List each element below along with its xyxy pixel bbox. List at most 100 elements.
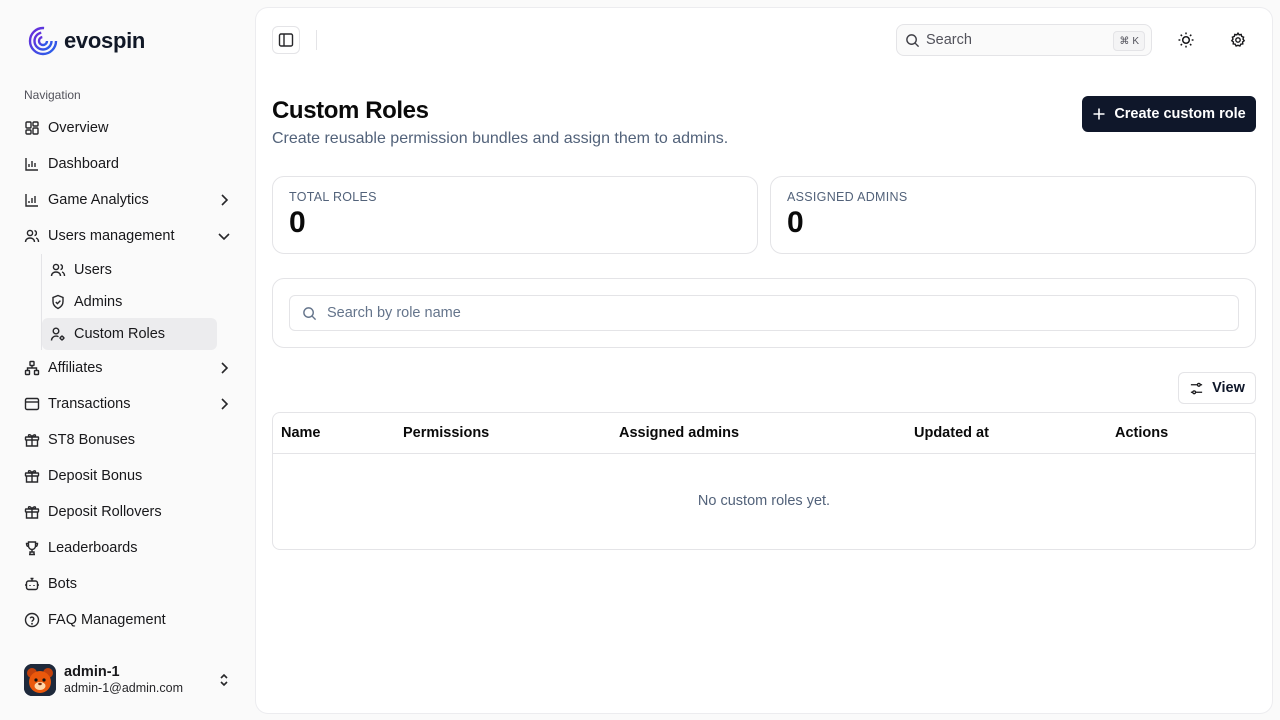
sidebar-item-label: Transactions	[48, 396, 131, 412]
create-button-label: Create custom role	[1114, 106, 1246, 122]
trophy-icon	[25, 541, 39, 556]
user-email: admin-1@admin.com	[64, 680, 183, 695]
avatar	[24, 664, 56, 696]
sidebar-subitem-users[interactable]: Users	[42, 254, 217, 286]
sidebar-item-label: Users	[74, 262, 112, 278]
users-icon	[24, 229, 40, 243]
chevron-right-icon	[221, 398, 229, 410]
chevron-right-icon	[221, 362, 229, 374]
wallet-icon	[24, 397, 40, 411]
sidebar: evospin Navigation Overview Dashboard Ga…	[0, 0, 256, 720]
sidebar-item-label: Game Analytics	[48, 192, 149, 208]
grid-icon	[25, 121, 39, 135]
command-key: ⌘	[1119, 35, 1130, 47]
stat-value: 0	[787, 206, 804, 239]
sidebar-toggle-button[interactable]	[272, 26, 300, 54]
sidebar-item-deposit-rollovers[interactable]: Deposit Rollovers	[16, 494, 240, 530]
nav-heading: Navigation	[24, 88, 81, 102]
page-subtitle: Create reusable permission bundles and a…	[272, 130, 729, 147]
analytics-icon	[25, 194, 38, 207]
view-options-button[interactable]: View	[1178, 372, 1256, 404]
page-title: Custom Roles	[272, 97, 429, 124]
panel-left-icon	[278, 33, 294, 47]
users-management-subnav: Users Admins Custom Roles	[41, 254, 240, 350]
search-placeholder: Search	[926, 32, 972, 48]
topbar-divider	[316, 30, 317, 50]
bar-chart-icon	[25, 158, 38, 171]
chevron-down-icon	[218, 233, 230, 241]
sidebar-item-leaderboards[interactable]: Leaderboards	[16, 530, 240, 566]
settings-button[interactable]	[1224, 26, 1252, 54]
network-icon	[24, 360, 40, 376]
role-search-placeholder: Search by role name	[327, 305, 461, 321]
sidebar-subitem-admins[interactable]: Admins	[42, 286, 217, 318]
sidebar-item-affiliates[interactable]: Affiliates	[16, 350, 240, 386]
plus-icon	[1093, 108, 1105, 120]
sidebar-item-st8-bonuses[interactable]: ST8 Bonuses	[16, 422, 240, 458]
empty-state-text: No custom roles yet.	[697, 493, 831, 509]
stat-value: 0	[289, 206, 306, 239]
help-circle-icon	[24, 612, 40, 628]
column-header-permissions[interactable]: Permissions	[403, 425, 489, 441]
sidebar-item-label: Custom Roles	[74, 326, 166, 342]
sidebar-item-label: Deposit Rollovers	[48, 504, 162, 520]
shortcut-key: K	[1132, 35, 1139, 47]
sun-icon	[1178, 32, 1194, 48]
column-header-actions: Actions	[1115, 425, 1169, 441]
sidebar-item-faq-management[interactable]: FAQ Management	[16, 602, 240, 638]
sidebar-item-label: Deposit Bonus	[48, 468, 143, 484]
brand-name: evospin	[64, 28, 146, 53]
user-menu[interactable]: admin-1 admin-1@admin.com	[16, 656, 240, 704]
sidebar-item-overview[interactable]: Overview	[16, 110, 240, 146]
brand-logo[interactable]: evospin	[28, 26, 145, 56]
custom-roles-table: Name Permissions Assigned admins Updated…	[272, 412, 1256, 550]
sidebar-item-users-management[interactable]: Users management	[16, 218, 240, 254]
sidebar-nav: Overview Dashboard Game Analytics Users …	[16, 110, 240, 638]
main-panel: Search ⌘ K Custom Roles Create reusable …	[256, 8, 1272, 713]
spiral-logo-icon	[28, 26, 58, 56]
stat-label: TOTAL ROLES	[289, 190, 377, 204]
bot-icon	[25, 577, 39, 591]
sidebar-subitem-custom-roles[interactable]: Custom Roles	[42, 318, 217, 350]
chevrons-up-down-icon	[220, 673, 228, 687]
stat-label: ASSIGNED ADMINS	[787, 190, 908, 204]
search-shortcut-badge: ⌘ K	[1113, 31, 1145, 51]
search-icon	[906, 33, 920, 47]
table-header: Name Permissions Assigned admins Updated…	[273, 413, 1255, 454]
column-header-name[interactable]: Name	[281, 425, 321, 441]
shield-check-icon	[52, 294, 64, 310]
create-custom-role-button[interactable]: Create custom role	[1082, 96, 1256, 132]
stat-card-total-roles: TOTAL ROLES 0	[272, 176, 758, 254]
column-header-assigned-admins[interactable]: Assigned admins	[619, 425, 739, 441]
sidebar-item-label: Admins	[74, 294, 123, 310]
role-search-input[interactable]: Search by role name	[289, 295, 1239, 331]
search-icon	[303, 306, 317, 320]
users-icon	[50, 263, 66, 277]
sidebar-item-label: Bots	[48, 576, 78, 592]
sidebar-item-bots[interactable]: Bots	[16, 566, 240, 602]
sliders-icon	[1190, 382, 1203, 394]
filter-card: Search by role name	[272, 278, 1256, 348]
gift-icon	[24, 469, 40, 483]
sidebar-item-label: FAQ Management	[48, 612, 166, 628]
gear-icon	[1230, 32, 1246, 47]
column-header-updated-at[interactable]: Updated at	[914, 425, 989, 441]
sidebar-item-label: Leaderboards	[48, 540, 138, 556]
theme-toggle-button[interactable]	[1172, 26, 1200, 54]
gift-icon	[24, 433, 40, 447]
sidebar-item-game-analytics[interactable]: Game Analytics	[16, 182, 240, 218]
sidebar-item-label: Affiliates	[48, 360, 103, 376]
sidebar-item-dashboard[interactable]: Dashboard	[16, 146, 240, 182]
gift-icon	[24, 505, 40, 519]
chevron-right-icon	[221, 194, 229, 206]
view-button-label: View	[1212, 380, 1245, 396]
global-search-input[interactable]: Search ⌘ K	[896, 24, 1152, 56]
sidebar-item-transactions[interactable]: Transactions	[16, 386, 240, 422]
stat-card-assigned-admins: ASSIGNED ADMINS 0	[770, 176, 1256, 254]
sidebar-item-label: Users management	[48, 228, 175, 244]
user-cog-icon	[50, 327, 65, 341]
sidebar-item-label: Dashboard	[48, 156, 119, 172]
sidebar-item-label: ST8 Bonuses	[48, 432, 136, 448]
sidebar-item-label: Overview	[48, 120, 109, 136]
sidebar-item-deposit-bonus[interactable]: Deposit Bonus	[16, 458, 240, 494]
